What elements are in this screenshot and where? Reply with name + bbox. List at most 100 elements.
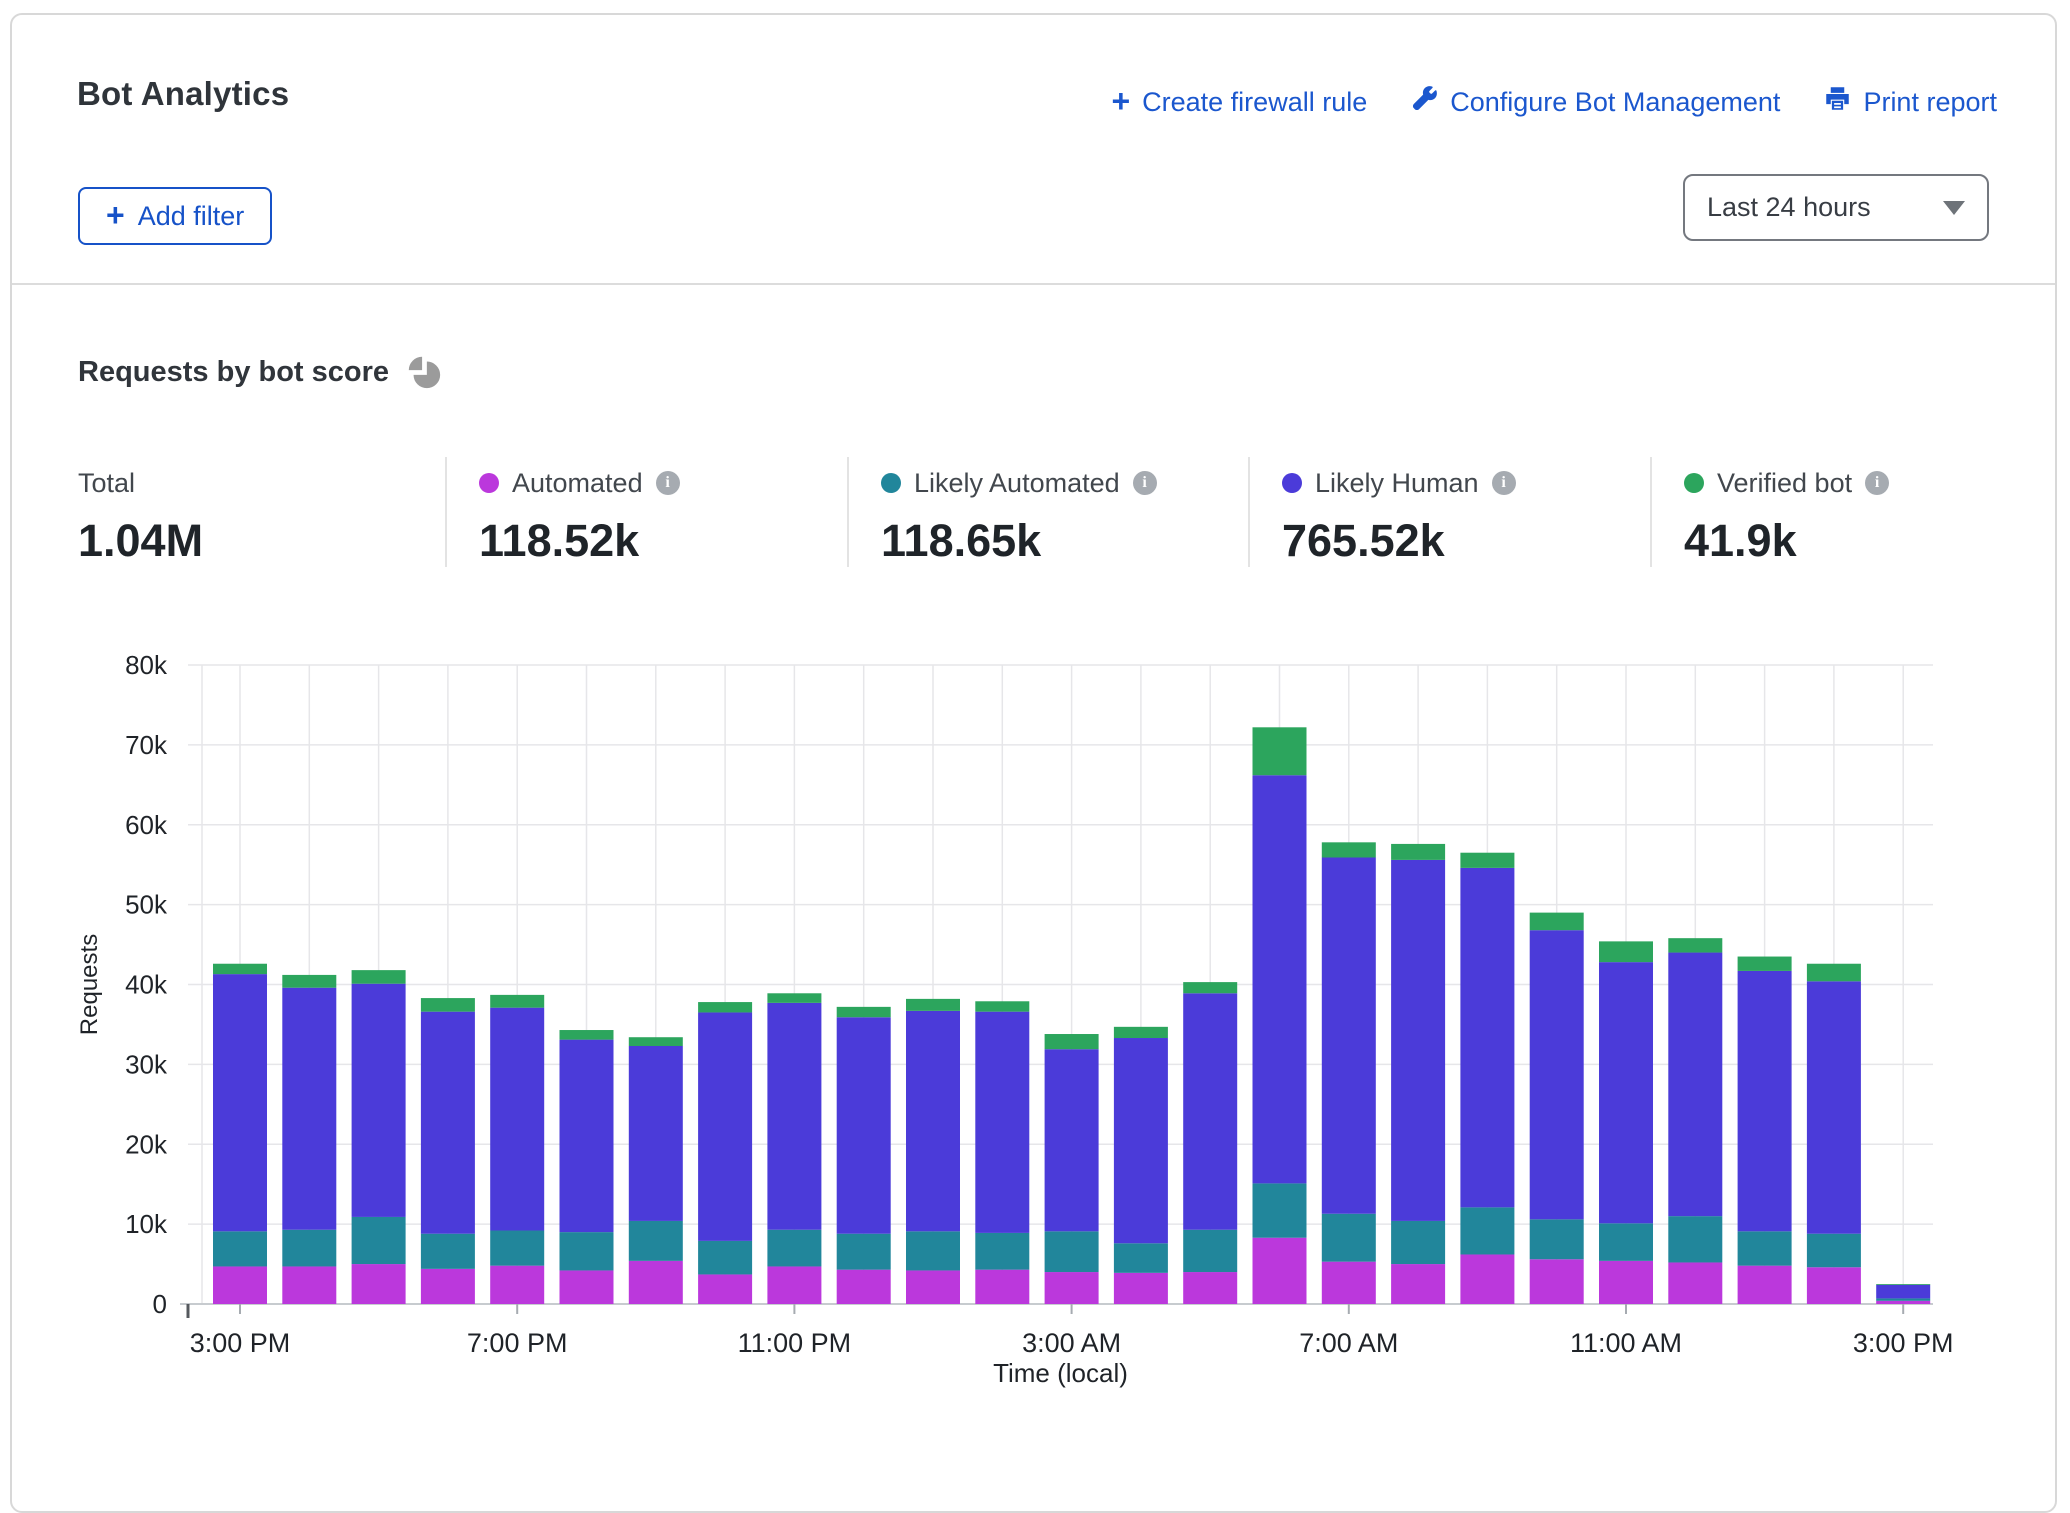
bar-segment-likely-human[interactable] bbox=[1807, 981, 1861, 1233]
bar-segment-automated[interactable] bbox=[837, 1270, 891, 1304]
bar-segment-verified-bot[interactable] bbox=[490, 995, 544, 1008]
info-icon[interactable]: i bbox=[1492, 471, 1516, 495]
bar-segment-verified-bot[interactable] bbox=[1807, 964, 1861, 982]
bar-segment-likely-human[interactable] bbox=[629, 1046, 683, 1221]
bar-segment-automated[interactable] bbox=[629, 1261, 683, 1304]
bar-segment-likely-automated[interactable] bbox=[1114, 1243, 1168, 1273]
info-icon[interactable]: i bbox=[656, 471, 680, 495]
bar-segment-likely-automated[interactable] bbox=[1460, 1207, 1514, 1254]
bar-segment-likely-human[interactable] bbox=[1253, 775, 1307, 1183]
bar-segment-likely-human[interactable] bbox=[837, 1017, 891, 1233]
bar-segment-likely-automated[interactable] bbox=[1183, 1230, 1237, 1272]
bar-segment-likely-human[interactable] bbox=[352, 984, 406, 1217]
bar-segment-automated[interactable] bbox=[1322, 1262, 1376, 1304]
bar-segment-likely-automated[interactable] bbox=[490, 1231, 544, 1266]
bar-segment-verified-bot[interactable] bbox=[698, 1002, 752, 1012]
bar-segment-automated[interactable] bbox=[1876, 1301, 1930, 1304]
bar-segment-likely-automated[interactable] bbox=[560, 1232, 614, 1270]
bar-segment-verified-bot[interactable] bbox=[1668, 938, 1722, 952]
bar-segment-verified-bot[interactable] bbox=[1114, 1027, 1168, 1038]
bar-segment-verified-bot[interactable] bbox=[837, 1007, 891, 1017]
bar-segment-automated[interactable] bbox=[1530, 1259, 1584, 1304]
bar-segment-likely-human[interactable] bbox=[1738, 971, 1792, 1231]
bar-segment-likely-human[interactable] bbox=[1460, 868, 1514, 1207]
bar-segment-verified-bot[interactable] bbox=[1530, 913, 1584, 931]
configure-bot-management-link[interactable]: Configure Bot Management bbox=[1411, 85, 1780, 119]
bar-segment-likely-automated[interactable] bbox=[282, 1230, 336, 1267]
bar-segment-likely-human[interactable] bbox=[1876, 1285, 1930, 1299]
bar-segment-likely-automated[interactable] bbox=[767, 1230, 821, 1267]
bar-segment-automated[interactable] bbox=[906, 1270, 960, 1304]
bar-segment-likely-automated[interactable] bbox=[1738, 1231, 1792, 1265]
bar-segment-verified-bot[interactable] bbox=[1738, 957, 1792, 971]
bar-segment-likely-automated[interactable] bbox=[352, 1217, 406, 1264]
bar-segment-automated[interactable] bbox=[352, 1264, 406, 1304]
bar-segment-automated[interactable] bbox=[1460, 1254, 1514, 1304]
bar-segment-automated[interactable] bbox=[698, 1274, 752, 1304]
bar-segment-verified-bot[interactable] bbox=[1183, 982, 1237, 993]
bar-segment-verified-bot[interactable] bbox=[1391, 844, 1445, 860]
bar-segment-likely-automated[interactable] bbox=[1668, 1216, 1722, 1262]
bar-segment-likely-human[interactable] bbox=[1322, 857, 1376, 1213]
bar-segment-likely-human[interactable] bbox=[421, 1012, 475, 1234]
bar-segment-likely-human[interactable] bbox=[1668, 953, 1722, 1217]
bar-segment-likely-human[interactable] bbox=[282, 988, 336, 1230]
bar-segment-likely-human[interactable] bbox=[906, 1011, 960, 1231]
bar-segment-automated[interactable] bbox=[1045, 1272, 1099, 1304]
print-report-link[interactable]: Print report bbox=[1824, 85, 1997, 119]
bar-segment-verified-bot[interactable] bbox=[1253, 727, 1307, 775]
bar-segment-automated[interactable] bbox=[490, 1266, 544, 1304]
bar-segment-verified-bot[interactable] bbox=[421, 998, 475, 1012]
bar-segment-likely-automated[interactable] bbox=[1391, 1221, 1445, 1264]
bar-segment-likely-automated[interactable] bbox=[837, 1234, 891, 1270]
bar-segment-automated[interactable] bbox=[1738, 1266, 1792, 1304]
bar-segment-automated[interactable] bbox=[1668, 1262, 1722, 1304]
bar-segment-likely-human[interactable] bbox=[490, 1008, 544, 1231]
bar-segment-likely-human[interactable] bbox=[1391, 860, 1445, 1221]
bar-segment-automated[interactable] bbox=[1253, 1238, 1307, 1304]
bar-segment-automated[interactable] bbox=[1599, 1261, 1653, 1304]
bar-segment-automated[interactable] bbox=[1114, 1273, 1168, 1304]
bar-segment-likely-automated[interactable] bbox=[1807, 1234, 1861, 1268]
bar-segment-likely-human[interactable] bbox=[1530, 930, 1584, 1219]
bar-segment-likely-automated[interactable] bbox=[213, 1231, 267, 1266]
bar-segment-verified-bot[interactable] bbox=[975, 1001, 1029, 1011]
bar-segment-likely-automated[interactable] bbox=[975, 1233, 1029, 1270]
bar-segment-verified-bot[interactable] bbox=[282, 975, 336, 988]
bar-segment-verified-bot[interactable] bbox=[1599, 941, 1653, 962]
bar-segment-automated[interactable] bbox=[421, 1269, 475, 1304]
bar-segment-verified-bot[interactable] bbox=[767, 993, 821, 1003]
bar-segment-likely-human[interactable] bbox=[1045, 1049, 1099, 1231]
bar-segment-likely-human[interactable] bbox=[698, 1012, 752, 1240]
bar-segment-automated[interactable] bbox=[213, 1266, 267, 1304]
bar-segment-likely-automated[interactable] bbox=[1876, 1298, 1930, 1300]
bar-segment-likely-human[interactable] bbox=[560, 1040, 614, 1232]
add-filter-button[interactable]: + Add filter bbox=[78, 187, 272, 245]
bar-segment-likely-automated[interactable] bbox=[629, 1221, 683, 1261]
bar-segment-likely-automated[interactable] bbox=[421, 1234, 475, 1269]
bar-segment-likely-human[interactable] bbox=[1114, 1038, 1168, 1243]
bar-segment-verified-bot[interactable] bbox=[1045, 1034, 1099, 1049]
bar-segment-verified-bot[interactable] bbox=[629, 1037, 683, 1046]
bar-segment-verified-bot[interactable] bbox=[1876, 1284, 1930, 1285]
bar-segment-automated[interactable] bbox=[975, 1270, 1029, 1304]
bar-segment-verified-bot[interactable] bbox=[352, 970, 406, 984]
bar-segment-automated[interactable] bbox=[1391, 1264, 1445, 1304]
bar-segment-verified-bot[interactable] bbox=[906, 999, 960, 1011]
bar-segment-verified-bot[interactable] bbox=[1460, 853, 1514, 868]
bar-segment-automated[interactable] bbox=[767, 1266, 821, 1304]
bar-segment-verified-bot[interactable] bbox=[213, 964, 267, 974]
bar-segment-likely-human[interactable] bbox=[975, 1012, 1029, 1233]
bar-segment-likely-human[interactable] bbox=[1599, 962, 1653, 1223]
bar-segment-likely-automated[interactable] bbox=[698, 1241, 752, 1275]
bar-segment-verified-bot[interactable] bbox=[560, 1030, 614, 1040]
info-icon[interactable]: i bbox=[1133, 471, 1157, 495]
bar-segment-likely-human[interactable] bbox=[767, 1003, 821, 1230]
info-icon[interactable]: i bbox=[1865, 471, 1889, 495]
bar-segment-likely-automated[interactable] bbox=[1322, 1214, 1376, 1262]
bar-segment-verified-bot[interactable] bbox=[1322, 842, 1376, 857]
bar-segment-likely-automated[interactable] bbox=[1599, 1223, 1653, 1261]
bar-segment-likely-human[interactable] bbox=[213, 974, 267, 1231]
bar-segment-likely-human[interactable] bbox=[1183, 993, 1237, 1229]
bar-segment-likely-automated[interactable] bbox=[906, 1231, 960, 1270]
